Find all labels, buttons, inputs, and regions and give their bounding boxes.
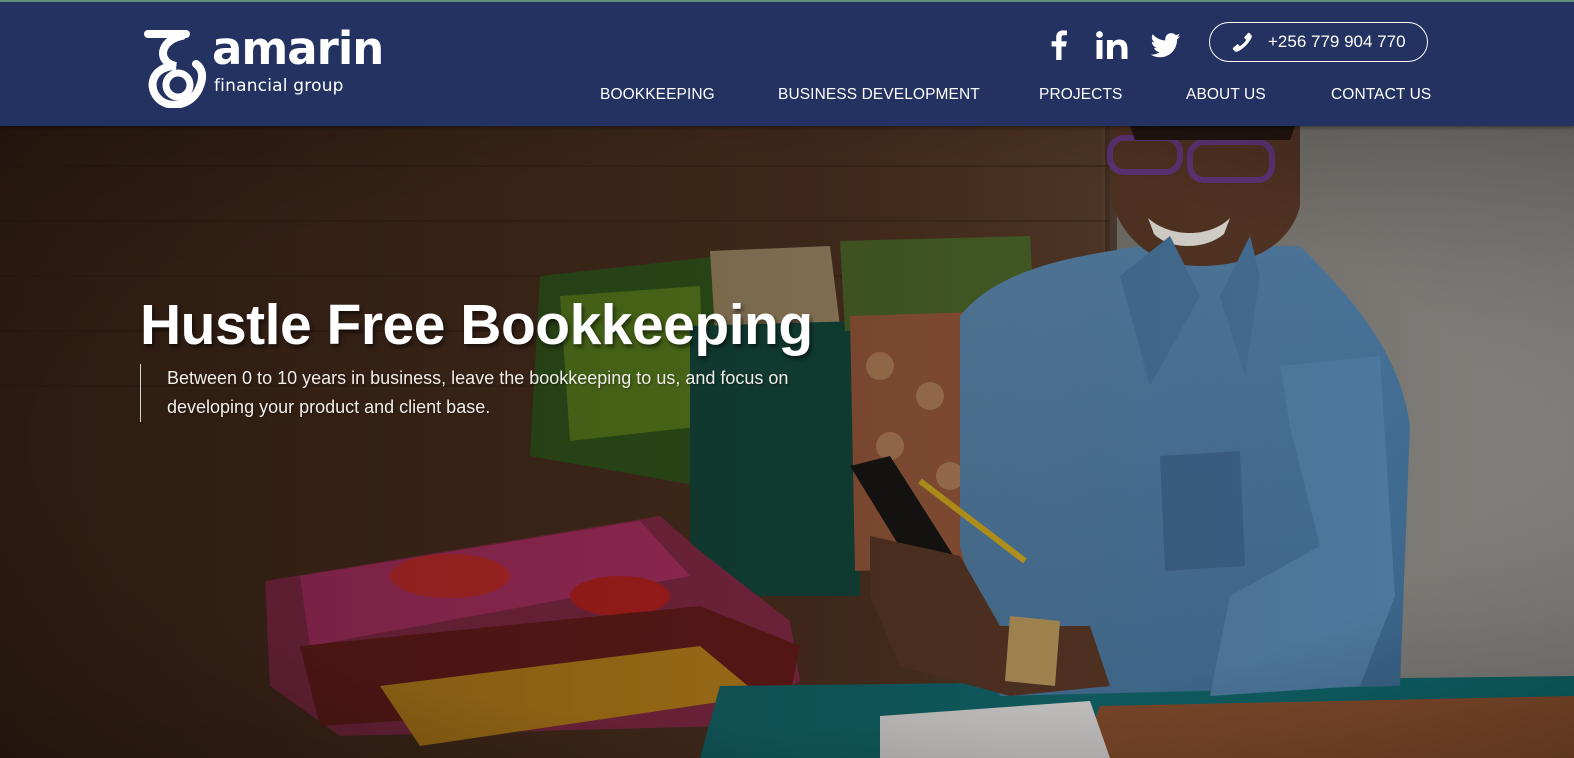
brand-logo[interactable]: amarin financial group xyxy=(142,22,407,108)
linkedin-icon xyxy=(1096,31,1128,59)
hero-title: Hustle Free Bookkeeping xyxy=(140,293,813,357)
nav-item-projects[interactable]: PROJECTS xyxy=(1039,86,1122,106)
hero-dark-overlay xyxy=(0,126,1574,758)
phone-button[interactable]: +256 779 904 770 xyxy=(1209,22,1428,62)
linkedin-link[interactable] xyxy=(1094,28,1130,62)
nav-item-contact-us[interactable]: CONTACT US xyxy=(1331,86,1431,106)
hero-section: Hustle Free Bookkeeping Between 0 to 10 … xyxy=(0,126,1574,758)
brand-tagline: financial group xyxy=(214,76,344,96)
twitter-link[interactable] xyxy=(1149,28,1183,62)
facebook-icon xyxy=(1051,30,1067,60)
site-header: amarin financial group +256 779 904 770 … xyxy=(0,0,1574,126)
twitter-icon xyxy=(1151,32,1181,57)
phone-icon xyxy=(1232,32,1252,52)
nav-item-about-us[interactable]: ABOUT US xyxy=(1186,86,1266,106)
ampersand-logo-icon xyxy=(144,30,207,108)
nav-item-bookkeeping[interactable]: BOOKKEEPING xyxy=(600,86,715,106)
nav-item-business-development[interactable]: BUSINESS DEVELOPMENT xyxy=(778,86,980,106)
phone-number: +256 779 904 770 xyxy=(1268,32,1406,51)
brand-name: amarin xyxy=(212,22,384,75)
facebook-link[interactable] xyxy=(1047,28,1071,62)
hero-description: Between 0 to 10 years in business, leave… xyxy=(140,364,790,422)
